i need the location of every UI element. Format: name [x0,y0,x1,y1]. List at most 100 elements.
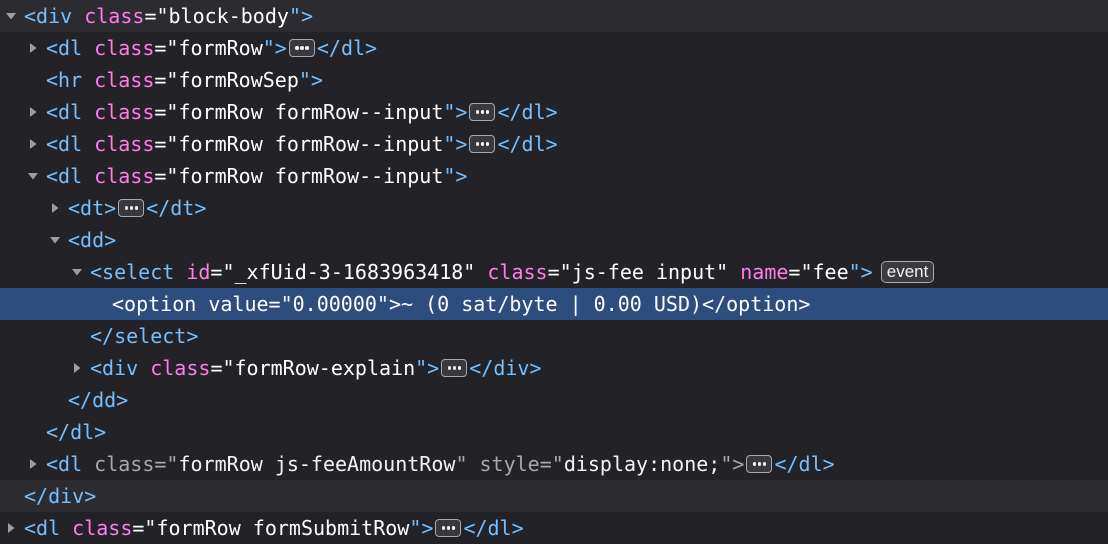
triangle-right-icon[interactable] [26,128,40,160]
attribute-name: class [94,68,155,92]
attribute-name: class [94,36,155,60]
ellipsis-icon[interactable] [746,454,773,473]
attribute-value: ="0.00000 [268,292,377,316]
tag-token: <div [24,4,85,28]
markup-node-row[interactable]: </dl> [0,416,1108,448]
markup-node-row[interactable]: </dd> [0,384,1108,416]
tag-token: <dl [46,164,95,188]
triangle-right-icon[interactable] [26,96,40,128]
markup-node-row[interactable]: <dl class="formRow formRow--input"> </dl> [0,96,1108,128]
markup-node-row[interactable]: </select> [0,320,1108,352]
markup-node-row[interactable]: </div> [0,480,1108,512]
attribute-name: class [94,100,155,124]
triangle-right-icon[interactable] [26,32,40,64]
triangle-right-icon[interactable] [4,512,18,544]
triangle-down-icon[interactable] [26,160,40,192]
attribute-value: ="formRow-explain [210,356,416,380]
attribute-name: value [208,292,269,316]
markup-node-row[interactable]: <dl class="formRow formSubmitRow"> </dl> [0,512,1108,544]
triangle-right-icon[interactable] [48,192,62,224]
node-markup: <hr class="formRowSep"> [46,64,323,96]
attribute-value: ="formRowSep [154,68,299,92]
tag-token: </dl> [497,100,558,124]
tag-token: <dd> [68,228,117,252]
node-markup: </dl> [46,416,106,448]
markup-node-row[interactable]: <hr class="formRowSep"> [0,64,1108,96]
text-content: display:none; [563,452,721,476]
markup-node-row[interactable]: <dl class="formRow js-feeAmountRow" styl… [0,448,1108,480]
tag-token: </dt> [146,196,207,220]
markup-node-row[interactable]: <dl class="formRow"> </dl> [0,32,1108,64]
ellipsis-icon[interactable] [435,518,462,537]
attribute-value: ="formRow formRow--input [154,132,444,156]
tag-token: <div [90,356,151,380]
attribute-value: ="fee [788,260,849,284]
attribute-value: ="formRow [154,36,263,60]
node-markup: <dl class="formRow formRow--input"> </dl> [46,96,558,128]
markup-node-row[interactable]: <dl class="formRow formRow--input"> </dl> [0,128,1108,160]
triangle-down-icon[interactable] [4,0,18,32]
node-markup: <div class="formRow-explain"> </div> [90,352,541,384]
tag-token: <hr [46,68,95,92]
dimmed-token: " style=" [455,452,564,476]
markup-node-row[interactable]: <div class="block-body"> [0,0,1108,32]
tag-token: </select> [90,324,199,348]
ellipsis-icon[interactable] [288,38,315,57]
tag-token: <select [90,260,187,284]
ellipsis-icon[interactable] [469,134,496,153]
tag-token: "> [443,164,468,188]
triangle-right-icon[interactable] [70,352,84,384]
markup-node-row[interactable]: <dl class="formRow formRow--input"> [0,160,1108,192]
tag-token: <dl [46,132,95,156]
tag-token: "> [443,100,468,124]
markup-node-row[interactable]: <option value="0.00000">~ (0 sat/byte | … [0,288,1108,320]
tag-token: "> [298,68,323,92]
attribute-value: ="_xfUid-3-1683963418" [210,260,488,284]
tag-token: </dl> [46,420,107,444]
attribute-name: class [94,164,155,188]
node-markup: <dl class="formRow formRow--input"> [46,160,467,192]
node-markup: <select id="_xfUid-3-1683963418" class ="… [90,256,935,288]
node-markup: </select> [90,320,198,352]
tag-token: <dt> [68,196,117,220]
node-markup: <dl class="formRow js-feeAmountRow" styl… [46,448,835,480]
tag-token: <dl [46,36,95,60]
tag-token: <dl [24,516,73,540]
dimmed-token: class [94,452,155,476]
markup-node-row[interactable]: <select id="_xfUid-3-1683963418" class ="… [0,256,1108,288]
text-content: formRow js-feeAmountRow [178,452,456,476]
markup-node-row[interactable]: <dt> </dt> [0,192,1108,224]
triangle-down-icon[interactable] [70,256,84,288]
triangle-down-icon[interactable] [48,224,62,256]
tag-token: </dl> [497,132,558,156]
dimmed-token: =" [154,452,179,476]
markup-view: <div class="block-body"> <dl class="formR… [0,0,1108,544]
ellipsis-icon[interactable] [441,358,468,377]
tag-token: </dl> [774,452,835,476]
tag-token: </dl> [463,516,524,540]
tag-token: </dd> [68,388,129,412]
tag-token: </div> [469,356,542,380]
node-markup: <div class="block-body"> [24,0,313,32]
event-badge[interactable]: event [880,260,935,283]
tag-token: <dl [46,100,95,124]
tag-token: "> [409,516,434,540]
markup-node-row[interactable]: <div class="formRow-explain"> </div> [0,352,1108,384]
attribute-name: class [72,516,133,540]
attribute-name: name [740,260,789,284]
attribute-name: id [186,260,211,284]
attribute-name: class [487,260,548,284]
node-markup: <option value="0.00000">~ (0 sat/byte | … [112,288,810,320]
triangle-right-icon[interactable] [26,448,40,480]
tag-token: <dl [46,452,95,476]
attribute-value: ="formRow formSubmitRow [132,516,410,540]
node-markup: <dl class="formRow formRow--input"> </dl> [46,128,558,160]
node-markup: <dl class="formRow formSubmitRow"> </dl> [24,512,524,544]
node-markup: <dd> [68,224,116,256]
ellipsis-icon[interactable] [469,102,496,121]
tag-token: </div> [24,484,97,508]
markup-node-row[interactable]: <dd> [0,224,1108,256]
node-markup: </dd> [68,384,128,416]
ellipsis-icon[interactable] [118,198,145,217]
attribute-name: class [150,356,211,380]
